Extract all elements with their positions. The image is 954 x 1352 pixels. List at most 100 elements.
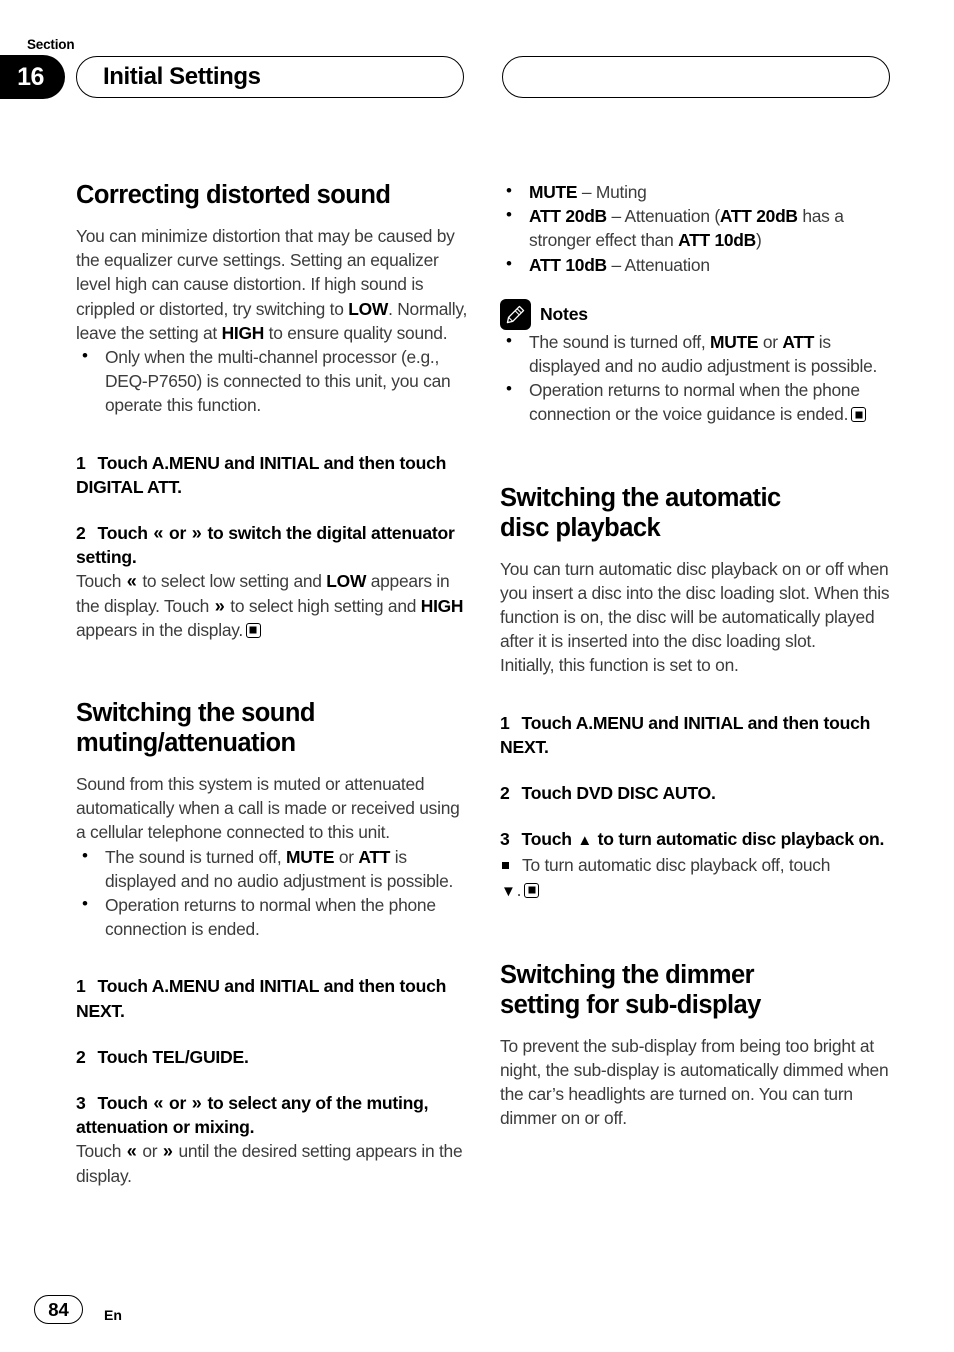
list-item: MUTE – Muting [500, 179, 896, 204]
section-label: Section [27, 37, 75, 52]
bullet-text: Operation returns to normal when the pho… [105, 895, 436, 940]
language-code: En [104, 1307, 122, 1323]
bullet-list-multichannel: Only when the multi-channel processor (e… [76, 344, 472, 418]
chevron-left-icon: « [153, 523, 164, 544]
list-item: Operation returns to normal when the pho… [500, 377, 896, 426]
intro-paragraph-correcting-distorted-sound: You can minimize distortion that may be … [76, 224, 472, 345]
page-header: Section 16 Initial Settings [0, 0, 954, 120]
triangle-down-icon: ▼ [501, 882, 516, 900]
heading-line-2: disc playback [500, 513, 661, 542]
step-2-touch-tel-guide: 2 Touch TEL/GUIDE. [76, 1045, 472, 1069]
chapter-title: Initial Settings [103, 63, 261, 90]
bullet-text-a: – Attenuation ( [606, 206, 720, 227]
heading-switching-dimmer-setting: Switching the dimmer setting for sub-disp… [500, 960, 896, 1020]
intro-text-c: to ensure quality sound. [264, 322, 448, 343]
heading-correcting-distorted-sound: Correcting distorted sound [76, 181, 391, 209]
step-text-or: or [164, 1093, 191, 1114]
keyword-att: ATT [782, 331, 815, 352]
list-item: ATT 20dB – Attenuation (ATT 20dB has a s… [500, 203, 896, 252]
list-item: Operation returns to normal when the pho… [76, 892, 472, 941]
chevron-right-icon: » [191, 523, 202, 544]
step-3-select-muting: 3 Touch « or » to select any of the mutin… [76, 1091, 472, 1139]
heading-line-2: setting for sub-display [500, 990, 761, 1019]
right-column: MUTE – Muting ATT 20dB – Attenuation (AT… [500, 179, 896, 1131]
step-number: 1 [76, 452, 86, 473]
step-1-touch-next-disc: 1 Touch A.MENU and INITIAL and then touch… [500, 711, 896, 759]
desc-or: or [137, 1141, 162, 1162]
keyword-att-10db: ATT 10dB [529, 254, 607, 275]
bullet-text-a: The sound is turned off, [105, 846, 286, 867]
step-text: Touch DVD DISC AUTO. [521, 783, 716, 804]
bullet-list-muting-notes: The sound is turned off, MUTE or ATT is … [76, 844, 472, 942]
step-1-touch-next: 1 Touch A.MENU and INITIAL and then touch… [76, 974, 472, 1022]
desc-d: to select high setting and [225, 595, 421, 616]
keyword-low: LOW [348, 298, 389, 319]
intro-paragraph-dimmer-setting: To prevent the sub-display from being to… [500, 1035, 889, 1129]
heading-switching-sound-muting: Switching the sound muting/attenuation [76, 698, 472, 758]
keyword-mute: MUTE [709, 331, 759, 352]
chevron-left-icon: « [153, 1093, 164, 1114]
heading-switching-automatic-disc-playback: Switching the automatic disc playback [500, 483, 896, 543]
step-number: 2 [500, 783, 510, 804]
desc-a: Touch [76, 1141, 126, 1162]
note-text-a: The sound is turned off, [529, 331, 710, 352]
bullet-text: Only when the multi-channel processor (e… [105, 347, 451, 416]
notes-label: Notes [540, 303, 588, 324]
list-item: The sound is turned off, MUTE or ATT is … [76, 844, 472, 893]
note-text-or: or [758, 331, 783, 352]
chevron-left-icon: « [126, 571, 137, 592]
step-text: Touch A.MENU and INITIAL and then touch … [500, 712, 871, 757]
bullet-text: – Muting [577, 182, 647, 202]
intro-paragraph-sound-muting: Sound from this system is muted or atten… [76, 774, 460, 843]
list-item: To turn automatic disc playback off, tou… [500, 853, 896, 877]
chevron-right-icon: » [162, 1141, 173, 1162]
keyword-att-20db: ATT 20dB [529, 206, 607, 227]
intro-paragraph-automatic-disc-playback-2: Initially, this function is set to on. [500, 655, 739, 676]
step-text: Touch A.MENU and INITIAL and then touch … [76, 452, 447, 497]
list-item: The sound is turned off, MUTE or ATT is … [500, 329, 896, 378]
step-text-a: Touch [97, 523, 153, 544]
section-number-text: 16 [17, 62, 44, 91]
step-number: 2 [76, 523, 86, 544]
page-footer: 84 En [34, 1295, 122, 1324]
manual-page: Section 16 Initial Settings Correcting d… [0, 0, 954, 1352]
heading-line-1: Switching the sound [76, 699, 315, 728]
pencil-icon [500, 298, 531, 330]
step-text-or: or [164, 523, 191, 544]
step-3-turn-playback-on: 3 Touch ▲ to turn automatic disc playback… [500, 827, 896, 853]
step-text-a: Touch [521, 829, 577, 850]
sub-bullet-text-b: . [516, 879, 522, 900]
chapter-title-pill: Initial Settings [76, 56, 464, 98]
step-1-digital-att: 1 Touch A.MENU and INITIAL and then touch… [76, 451, 472, 499]
list-item: ATT 10dB – Attenuation [500, 252, 896, 277]
step-3-description: Touch « or » until the desired setting a… [76, 1139, 472, 1187]
step-number: 2 [76, 1046, 86, 1067]
step-number: 1 [500, 712, 510, 733]
keyword-mute: MUTE [285, 846, 335, 867]
step-text-b: to turn automatic disc playback on. [593, 829, 885, 850]
desc-e: appears in the display. [76, 619, 243, 640]
step-text-a: Touch [97, 1093, 153, 1114]
bullet-list-turn-off-playback: To turn automatic disc playback off, tou… [500, 853, 896, 877]
keyword-att-20db: ATT 20dB [719, 206, 798, 227]
page-number: 84 [34, 1295, 83, 1324]
step-2-touch-dvd-disc-auto: 2 Touch DVD DISC AUTO. [500, 781, 896, 805]
step-text: Touch A.MENU and INITIAL and then touch … [76, 976, 447, 1021]
bullet-list-notes: The sound is turned off, MUTE or ATT is … [500, 329, 896, 427]
step-number: 1 [76, 976, 86, 997]
end-of-section-icon [524, 882, 540, 898]
bullet-text-c: ) [755, 230, 762, 251]
notes-heading: Notes [500, 298, 896, 330]
step-2-description: Touch « to select low setting and LOW ap… [76, 569, 472, 642]
step-number: 3 [76, 1093, 86, 1114]
left-column: Correcting distorted sound You can minim… [76, 180, 472, 1188]
step-text: Touch TEL/GUIDE. [97, 1046, 249, 1067]
sub-bullet-continuation: ▼. [500, 878, 896, 904]
keyword-att: ATT [358, 846, 391, 867]
chevron-right-icon: » [191, 1093, 202, 1114]
bullet-text-a: To turn automatic disc playback off, tou… [522, 855, 831, 876]
note-text: Operation returns to normal when the pho… [529, 380, 860, 425]
end-of-section-icon [245, 622, 261, 638]
desc-b: to select low setting and [137, 571, 327, 592]
triangle-up-icon: ▲ [577, 832, 593, 850]
